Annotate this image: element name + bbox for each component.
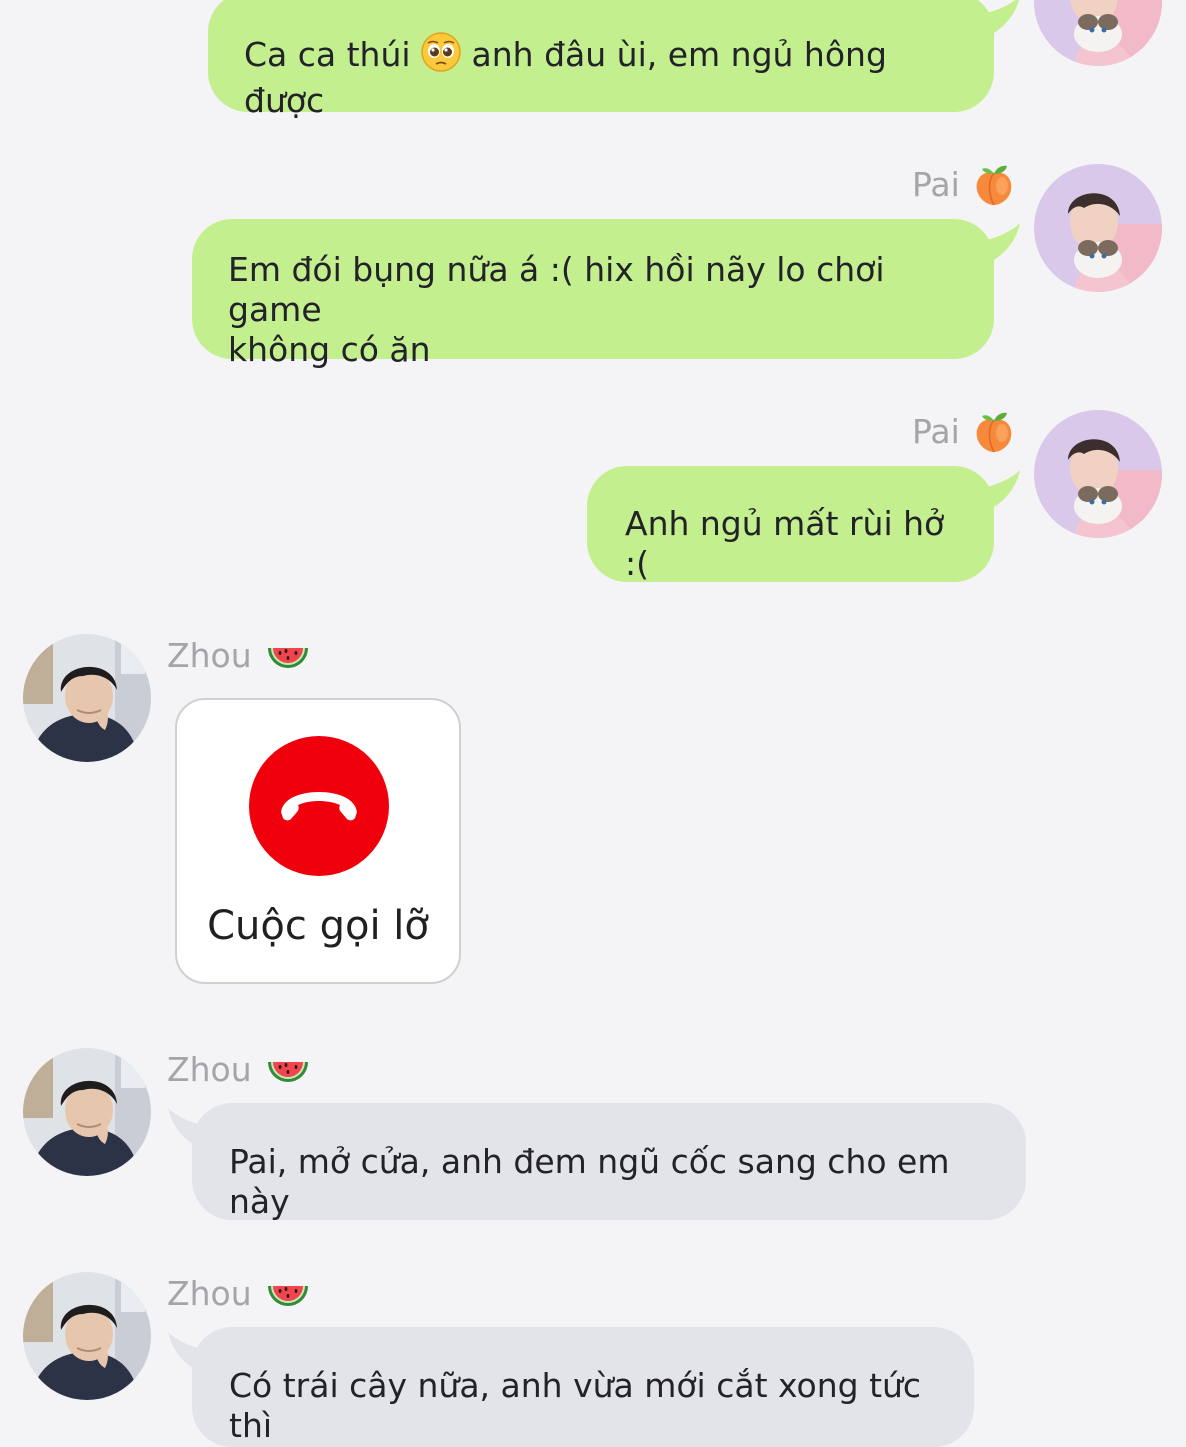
message-bubble-outgoing[interactable]: Ca ca thúi anh đâu ùi, em ngủ hông được [208,0,994,120]
message-text: Có trái cây nữa, anh vừa mới cắt xong tứ… [229,1366,932,1445]
message-bubble-incoming[interactable]: Pai, mở cửa, anh đem ngũ cốc sang cho em… [192,1103,1026,1221]
avatar-zhou[interactable] [23,1272,151,1400]
message-text: Ca ca thúi [244,35,422,74]
watermelon-emoji [266,640,310,672]
sender-name-zhou: Zhou [167,636,310,676]
message-text: Anh ngủ mất rùi hở :( [625,504,955,583]
avatar-pai[interactable] [1034,410,1162,538]
avatar-zhou-image [23,1048,151,1176]
sender-name-pai: Pai [912,164,1014,206]
avatar-zhou-image [23,634,151,762]
avatar-pai-image [1034,0,1162,66]
pleading-face-emoji [421,32,461,81]
message-bubble-outgoing[interactable]: Em đói bụng nữa á :( hix hồi nãy lo chơi… [192,219,994,369]
message-text: Em đói bụng nữa á :( hix hồi nãy lo chơi… [228,250,885,369]
sender-name-pai: Pai [912,411,1014,453]
avatar-pai[interactable] [1034,0,1162,66]
message-text: Pai, mở cửa, anh đem ngũ cốc sang cho em… [229,1142,960,1221]
phone-hangup-icon [249,736,389,876]
avatar-zhou[interactable] [23,634,151,762]
sender-name-zhou: Zhou [167,1050,310,1090]
avatar-zhou-image [23,1272,151,1400]
peach-emoji [974,411,1014,453]
message-bubble-incoming[interactable]: Có trái cây nữa, anh vừa mới cắt xong tứ… [192,1327,974,1447]
peach-emoji [974,164,1014,206]
bubble-tail [970,0,1019,40]
message-bubble-outgoing[interactable]: Anh ngủ mất rùi hở :( [587,466,994,583]
sender-name-zhou: Zhou [167,1274,310,1314]
bubble-tail [970,470,1020,514]
avatar-pai-image [1034,410,1162,538]
missed-call-label: Cuộc gọi lỡ [207,903,429,949]
avatar-zhou[interactable] [23,1048,151,1176]
avatar-pai[interactable] [1034,164,1162,292]
watermelon-emoji [266,1278,310,1310]
watermelon-emoji [266,1054,310,1086]
avatar-pai-image [1034,164,1162,292]
missed-call-card[interactable]: Cuộc gọi lỡ [175,698,461,984]
bubble-tail [970,223,1020,267]
